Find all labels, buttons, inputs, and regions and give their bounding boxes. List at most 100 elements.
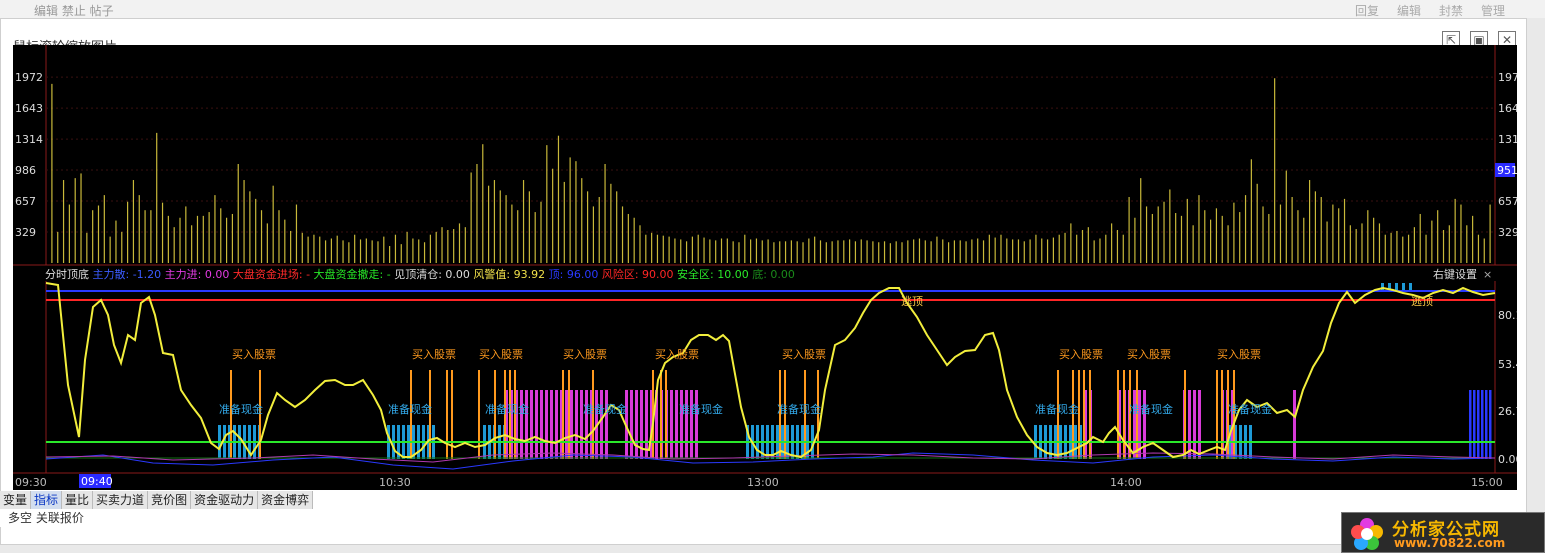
main-force-bar bbox=[670, 390, 673, 459]
settings-label[interactable]: 右键设置 bbox=[1433, 267, 1477, 281]
volume-bars bbox=[51, 78, 1491, 263]
main-force-bar bbox=[605, 390, 608, 459]
main-force-bar bbox=[1198, 390, 1201, 459]
volume-right-tick: 197 bbox=[1498, 71, 1517, 84]
volume-left-tick: 657 bbox=[15, 195, 36, 208]
risk-value-line bbox=[45, 282, 1496, 459]
legend-item: 见顶清仓: 0.00 bbox=[391, 267, 470, 281]
legend-item: 风警值: 93.92 bbox=[470, 267, 545, 281]
volume-left-tick: 1972 bbox=[15, 71, 43, 84]
buy-stock-label: 买入股票 bbox=[655, 348, 699, 361]
legend-item: 风险区: 90.00 bbox=[598, 267, 673, 281]
right-edge-blue-bar bbox=[1485, 390, 1488, 459]
background-edit-link[interactable]: 编辑 bbox=[1397, 2, 1421, 19]
time-axis-labels: 09:30 10:30 13:00 14:00 15:00 bbox=[15, 476, 1503, 489]
legend-item: 主力进: 0.00 bbox=[161, 268, 229, 281]
main-force-bar bbox=[525, 390, 528, 459]
volume-left-tick: 1314 bbox=[15, 133, 43, 146]
top-marker bbox=[1381, 283, 1384, 291]
tab-auction-chart[interactable]: 竞价图 bbox=[148, 491, 192, 509]
site-watermark: 分析家公式网 www.70822.com bbox=[1341, 512, 1545, 553]
volume-right-tick: 164 bbox=[1498, 102, 1517, 115]
buy-stock-label: 买入股票 bbox=[232, 348, 276, 361]
volume-left-tick: 1643 bbox=[15, 102, 43, 115]
right-edge-blue-bar bbox=[1473, 390, 1476, 459]
prepare-cash-label: 准备现金 bbox=[679, 402, 723, 416]
main-force-bar bbox=[520, 390, 523, 459]
chart-canvas: 1972 1643 1314 986 657 329 197 164 131 657 329 95… bbox=[13, 45, 1517, 489]
right-edge-blue-bar bbox=[1469, 390, 1472, 459]
top-marker bbox=[1402, 283, 1405, 291]
main-force-bar bbox=[535, 390, 538, 459]
time-axis-label: 13:00 bbox=[747, 476, 779, 489]
volume-left-tick: 986 bbox=[15, 164, 36, 177]
buy-stock-label: 买入股票 bbox=[412, 348, 456, 361]
top-escape-label-2: 逃顶 bbox=[1411, 295, 1433, 308]
bottom-sub-row: 多空 关联报价 bbox=[0, 509, 1348, 527]
legend-item: 分时顶底 bbox=[45, 267, 89, 281]
volume-right-tick: 131 bbox=[1498, 133, 1517, 146]
background-breadcrumb: 编辑 禁止 帖子 bbox=[34, 4, 114, 18]
watermark-url: www.70822.com bbox=[1394, 536, 1506, 550]
indicator-tab-bar: 变量 指标 量比 买卖力道 竞价图 资金驱动力 资金博弈 bbox=[0, 491, 314, 509]
volume-right-tick: 657 bbox=[1498, 195, 1517, 208]
top-marker bbox=[1409, 283, 1412, 291]
legend-item: 大盘资金撤走: - bbox=[310, 267, 391, 281]
main-force-bar bbox=[1133, 390, 1136, 459]
main-force-bar bbox=[690, 390, 693, 459]
main-force-bar bbox=[570, 390, 573, 459]
tab-capital-drive[interactable]: 资金驱动力 bbox=[191, 491, 259, 509]
tab-indicators[interactable]: 指标 bbox=[31, 491, 63, 509]
main-force-bar bbox=[540, 390, 543, 459]
main-force-bar bbox=[580, 390, 583, 459]
background-actions: 回复 编辑 封禁 管理 bbox=[1355, 2, 1505, 19]
legend-item: 安全区: 10.00 bbox=[674, 267, 749, 281]
tab-volume-ratio[interactable]: 量比 bbox=[62, 491, 94, 509]
background-reply-link[interactable]: 回复 bbox=[1355, 2, 1379, 19]
current-volume-badge: 951 bbox=[1497, 164, 1517, 177]
main-force-bar bbox=[600, 390, 603, 459]
main-force-bar bbox=[555, 390, 558, 459]
prepare-cash-label: 准备现金 bbox=[388, 402, 432, 416]
buy-labels: 买入股票 买入股票 买入股票 买入股票 买入股票 买入股票 买入股票 买入股票 买入股票 bbox=[232, 348, 1261, 361]
main-force-bar bbox=[630, 390, 633, 459]
time-axis-label: 10:30 bbox=[379, 476, 411, 489]
legend-item: 顶: 96.00 bbox=[545, 268, 598, 281]
main-force-bar bbox=[1293, 390, 1296, 459]
right-edge-blue-blocks bbox=[1381, 283, 1492, 459]
right-edge-blue-bar bbox=[1489, 390, 1492, 459]
volume-right-ticks: 197 164 131 657 329 bbox=[1498, 71, 1517, 239]
volume-left-ticks: 1972 1643 1314 986 657 329 bbox=[15, 71, 43, 239]
main-force-bar bbox=[695, 390, 698, 459]
prepare-cash-label: 准备现金 bbox=[1129, 402, 1173, 416]
buy-stock-label: 买入股票 bbox=[1127, 348, 1171, 361]
time-axis-label: 09:30 bbox=[15, 476, 47, 489]
indicator-right-ticks: 80.1 53.4 26.7 0.00 bbox=[1498, 309, 1517, 466]
volume-grid bbox=[46, 76, 1495, 233]
legend-item: 大盘资金进场: - bbox=[229, 267, 310, 281]
tab-buy-sell-force[interactable]: 买卖力道 bbox=[93, 491, 149, 509]
right-edge-blue-bar bbox=[1477, 390, 1480, 459]
main-force-bar bbox=[1188, 390, 1191, 459]
cursor-time: 09:40 bbox=[81, 475, 113, 488]
stock-chart-image[interactable]: 1972 1643 1314 986 657 329 197 164 131 657 329 95… bbox=[13, 45, 1517, 490]
main-force-bar bbox=[680, 390, 683, 459]
background-ban-link[interactable]: 封禁 bbox=[1439, 2, 1463, 19]
main-force-bar bbox=[565, 390, 568, 459]
tab-capital-game[interactable]: 资金博弈 bbox=[258, 491, 314, 509]
indicator-close-icon[interactable]: × bbox=[1483, 268, 1492, 281]
tab-variables[interactable]: 变量 bbox=[0, 491, 32, 509]
main-force-bar bbox=[635, 390, 638, 459]
main-force-bar bbox=[685, 390, 688, 459]
background-manage-link[interactable]: 管理 bbox=[1481, 2, 1505, 19]
indicator-right-tick: 0.00 bbox=[1498, 453, 1517, 466]
main-force-bar bbox=[575, 390, 578, 459]
main-force-blocks bbox=[505, 390, 1296, 459]
indicator-right-tick: 80.1 bbox=[1498, 309, 1517, 322]
buy-stock-label: 买入股票 bbox=[782, 348, 826, 361]
buy-stock-label: 买入股票 bbox=[563, 348, 607, 361]
background-forum-strip: 编辑 禁止 帖子 回复 编辑 封禁 管理 bbox=[0, 0, 1545, 18]
main-force-bar bbox=[530, 390, 533, 459]
buy-stock-label: 买入股票 bbox=[479, 348, 523, 361]
legend-item: 主力散: -1.20 bbox=[89, 267, 161, 281]
